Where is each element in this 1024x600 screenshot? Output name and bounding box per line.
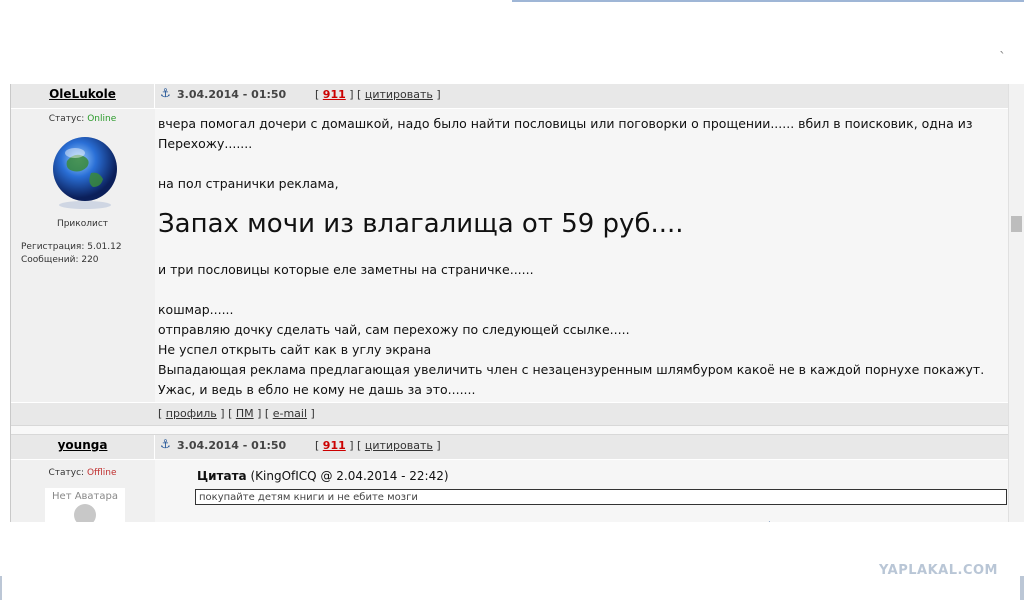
user-rank: Приколист (56, 219, 109, 229)
post-links: [ 911 ] [ цитировать ] (315, 439, 441, 452)
site-watermark: YAPLAKAL.COM (879, 563, 998, 578)
status-online: Online (87, 114, 117, 124)
author-name[interactable]: OleLukole (11, 87, 154, 101)
user-info-column: Статус: Offline Нет Аватара (11, 460, 154, 522)
window-edge-strip (512, 0, 1024, 2)
registration-date: Регистрация: 5.01.12 (21, 242, 122, 252)
post-date: 3.04.2014 - 01:50 (177, 88, 287, 101)
post-text-line: кошмар...... (158, 302, 234, 317)
anchor-icon[interactable]: ⚓ (160, 86, 171, 100)
post-large-text: Запах мочи из влагалища от 59 руб.... (158, 209, 684, 239)
no-avatar-label: Нет Аватара (52, 491, 118, 502)
post-header: younga ⚓ 3.04.2014 - 01:50 [ 911 ] [ цит… (11, 435, 1009, 460)
quote-title: Цитата (197, 469, 247, 483)
quote-link[interactable]: цитировать (365, 439, 433, 452)
user-meta: Регистрация: 5.01.12 Сообщений: 220 (21, 241, 122, 267)
post-text-line: отправляю дочку сделать чай, сам перехож… (158, 322, 630, 337)
forum-post: younga ⚓ 3.04.2014 - 01:50 [ 911 ] [ цит… (11, 435, 1009, 522)
status-offline: Offline (86, 468, 117, 478)
post-text-line: вчера помогал дочери с домашкой, надо бы… (158, 116, 973, 131)
post-footer: [ профиль ] [ ПМ ] [ e-mail ] (11, 402, 1009, 425)
globe-avatar[interactable] (45, 131, 125, 211)
header-separator (154, 435, 155, 459)
post-text-line: и три пословицы которые еле заметны на с… (158, 262, 534, 277)
post-text-line: Не успел открыть сайт как в углу экрана (158, 342, 432, 357)
post-date: 3.04.2014 - 01:50 (177, 439, 287, 452)
quote-source: (KingOfICQ @ 2.04.2014 - 22:42) (250, 469, 449, 483)
bottom-white-overlay: YAPLAKAL.COM (0, 522, 1024, 600)
scroll-thumb[interactable] (1011, 216, 1022, 232)
post-number-link[interactable]: 911 (323, 88, 346, 101)
post-divider (11, 425, 1009, 435)
header-separator (154, 84, 155, 108)
post-text-line: Перехожу....... (158, 136, 253, 151)
post-number-link[interactable]: 911 (323, 439, 346, 452)
email-link[interactable]: e-mail (273, 407, 307, 420)
anchor-icon[interactable]: ⚓ (160, 437, 171, 451)
author-name[interactable]: younga (11, 438, 154, 452)
quote-box: покупайте детям книги и не ебите мозги (195, 489, 1007, 505)
forum-thread: OleLukole ⚓ 3.04.2014 - 01:50 [ 911 ] [ … (10, 84, 1009, 522)
quote-header: Цитата (KingOfICQ @ 2.04.2014 - 22:42) (197, 469, 449, 483)
window-edge-right (1020, 576, 1024, 600)
forum-post: OleLukole ⚓ 3.04.2014 - 01:50 [ 911 ] [ … (11, 84, 1009, 429)
top-white-overlay: ˎ (0, 0, 1024, 84)
vertical-scrollbar[interactable] (1008, 84, 1024, 522)
user-status: Статус: Offline (11, 468, 154, 478)
post-body: вчера помогал дочери с домашкой, надо бы… (155, 109, 1009, 402)
no-avatar-placeholder: Нет Аватара (45, 488, 125, 522)
message-count: Сообщений: 220 (21, 255, 99, 265)
status-label: Статус: (48, 114, 85, 124)
user-status: Статус: Online (11, 114, 154, 124)
profile-link[interactable]: профиль (166, 407, 217, 420)
post-text-line: на пол странички реклама, (158, 176, 339, 191)
post-links: [ 911 ] [ цитировать ] (315, 88, 441, 101)
window-edge-left (0, 576, 2, 600)
pm-link[interactable]: ПМ (236, 407, 254, 420)
quote-link[interactable]: цитировать (365, 88, 433, 101)
close-icon[interactable]: ˎ (999, 38, 1006, 54)
user-info-column: Статус: Online Приколист Регистрация: 5.… (11, 109, 154, 402)
post-text-line: Выпадающая реклама предлагающая увеличит… (158, 362, 985, 377)
post-text-line: Ужас, и ведь в ебло не кому не дашь за э… (158, 382, 476, 397)
post-header: OleLukole ⚓ 3.04.2014 - 01:50 [ 911 ] [ … (11, 84, 1009, 109)
footer-links: [ профиль ] [ ПМ ] [ e-mail ] (158, 407, 315, 420)
status-label: Статус: (48, 468, 85, 478)
avatar-circle-icon (74, 504, 96, 522)
